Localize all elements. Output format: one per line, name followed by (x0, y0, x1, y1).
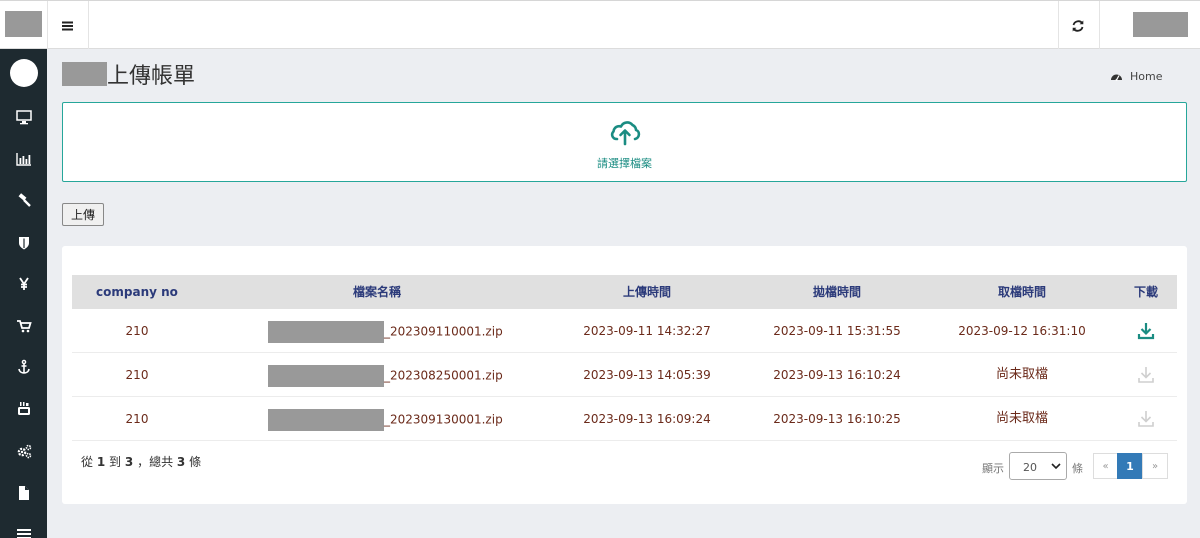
sidebar-item-anchor[interactable] (13, 356, 35, 378)
cell-upload-time: 2023-09-13 14:05:39 (583, 368, 711, 382)
cell-company-no: 210 (125, 368, 149, 382)
sidebar-item-shield[interactable] (13, 232, 35, 254)
file-dropzone[interactable]: 請選擇檔案 (62, 102, 1187, 182)
page-size-label: 顯示 (982, 462, 1004, 475)
summary-from-label: 從 (81, 455, 94, 469)
sidebar-item-youtube[interactable] (13, 398, 35, 420)
summary-total: 3 (176, 455, 186, 469)
column-header-company-no[interactable]: company no (72, 275, 202, 309)
shield-icon (19, 237, 29, 250)
page-title: 上傳帳單 (62, 60, 196, 89)
table-row: 210 _202309130001.zip 2023-09-13 16:09:2… (72, 397, 1177, 441)
file-name-suffix: _202308250001.zip (384, 368, 503, 383)
cell-file-name: _202309110001.zip (268, 309, 503, 353)
chevron-down-icon (1051, 463, 1061, 470)
menu-toggle-button[interactable] (56, 15, 78, 37)
cell-company-no: 210 (125, 412, 149, 426)
monitor-icon (16, 110, 32, 125)
summary-unit: 條 (189, 455, 202, 469)
sidebar-item-settings[interactable] (13, 440, 35, 462)
sidebar-item-yen[interactable] (13, 273, 35, 295)
column-header-upload-time[interactable]: 上傳時間 (562, 275, 732, 309)
file-name-suffix: _202309130001.zip (384, 412, 503, 427)
dashboard-icon (1111, 74, 1122, 81)
divider (47, 1, 48, 49)
download-icon[interactable] (1136, 321, 1156, 341)
cell-fetch-time: 尚未取檔 (995, 367, 1048, 382)
file-name-suffix: _202309110001.zip (384, 324, 503, 339)
top-navbar (0, 0, 1200, 49)
logo[interactable] (5, 11, 42, 37)
cell-fetch-time: 2023-09-12 16:31:10 (958, 324, 1086, 338)
cell-push-time: 2023-09-11 15:31:55 (773, 324, 901, 338)
pagination-next[interactable]: » (1142, 453, 1168, 479)
yen-icon (19, 277, 29, 290)
pagination-page-1[interactable]: 1 (1117, 453, 1143, 479)
cell-fetch-time: 尚未取檔 (995, 411, 1048, 426)
column-header-push-time[interactable]: 拋檔時間 (752, 275, 922, 309)
page-size-select[interactable]: 20 (1009, 452, 1067, 480)
column-header-fetch-time[interactable]: 取檔時間 (937, 275, 1107, 309)
cell-upload-time: 2023-09-11 14:32:27 (583, 324, 711, 338)
cell-file-name: _202308250001.zip (268, 353, 503, 397)
sidebar-item-menu[interactable] (13, 523, 35, 538)
divider (88, 1, 89, 49)
download-icon-disabled (1138, 367, 1154, 383)
bar-chart-icon (16, 153, 31, 166)
cell-file-name: _202309130001.zip (268, 397, 503, 441)
column-header-download[interactable]: 下載 (1122, 275, 1170, 309)
redacted-block (268, 408, 384, 431)
breadcrumb-home[interactable]: Home (1130, 70, 1162, 83)
table-header: company no 檔案名稱 上傳時間 拋檔時間 取檔時間 下載 (72, 275, 1177, 309)
files-table-card: company no 檔案名稱 上傳時間 拋檔時間 取檔時間 下載 210 _2… (62, 246, 1187, 504)
table-row: 210 _202309110001.zip 2023-09-11 14:32:2… (72, 309, 1177, 353)
redacted-block (62, 62, 107, 86)
sidebar-item-monitor[interactable] (13, 106, 35, 128)
bars-icon (62, 21, 73, 31)
upload-button[interactable]: 上傳 (62, 203, 104, 226)
refresh-icon (1072, 20, 1084, 32)
bars-icon (17, 529, 31, 538)
cloud-upload-icon (610, 121, 641, 146)
summary-total-label: ，總共 (137, 455, 174, 469)
user-menu[interactable] (1133, 12, 1188, 37)
breadcrumb[interactable]: Home (1110, 70, 1162, 83)
avatar[interactable] (10, 59, 38, 87)
cogs-icon (17, 444, 32, 459)
summary-from: 1 (96, 455, 106, 469)
gavel-icon (18, 193, 31, 207)
cell-push-time: 2023-09-13 16:10:24 (773, 368, 901, 382)
cell-push-time: 2023-09-13 16:10:25 (773, 412, 901, 426)
redacted-block (268, 320, 384, 343)
download-icon-disabled (1138, 411, 1154, 427)
page-size-unit: 條 (1072, 462, 1083, 475)
refresh-button[interactable] (1067, 15, 1089, 37)
column-header-file-name[interactable]: 檔案名稱 (262, 275, 492, 309)
divider (1099, 1, 1100, 49)
page-size-value: 20 (1023, 461, 1037, 474)
anchor-icon (18, 359, 30, 374)
dropzone-label: 請選擇檔案 (597, 157, 652, 170)
divider (1058, 1, 1059, 49)
table-row: 210 _202308250001.zip 2023-09-13 14:05:3… (72, 353, 1177, 397)
youtube-icon (18, 402, 30, 415)
page-title-text: 上傳帳單 (107, 64, 196, 89)
sidebar-item-cart[interactable] (13, 315, 35, 337)
pagination-prev[interactable]: « (1093, 453, 1118, 479)
sidebar (0, 49, 47, 538)
cell-upload-time: 2023-09-13 16:09:24 (583, 412, 711, 426)
sidebar-item-file[interactable] (13, 482, 35, 504)
cell-company-no: 210 (125, 324, 149, 338)
sidebar-item-chart[interactable] (13, 148, 35, 170)
redacted-block (268, 364, 384, 387)
cart-icon (17, 320, 32, 333)
sidebar-item-gavel[interactable] (13, 190, 35, 212)
table-summary: 從 1 到 3 ，總共 3 條 (81, 453, 201, 470)
file-icon (19, 486, 29, 500)
summary-to-label: 到 (109, 455, 122, 469)
summary-to: 3 (124, 455, 134, 469)
